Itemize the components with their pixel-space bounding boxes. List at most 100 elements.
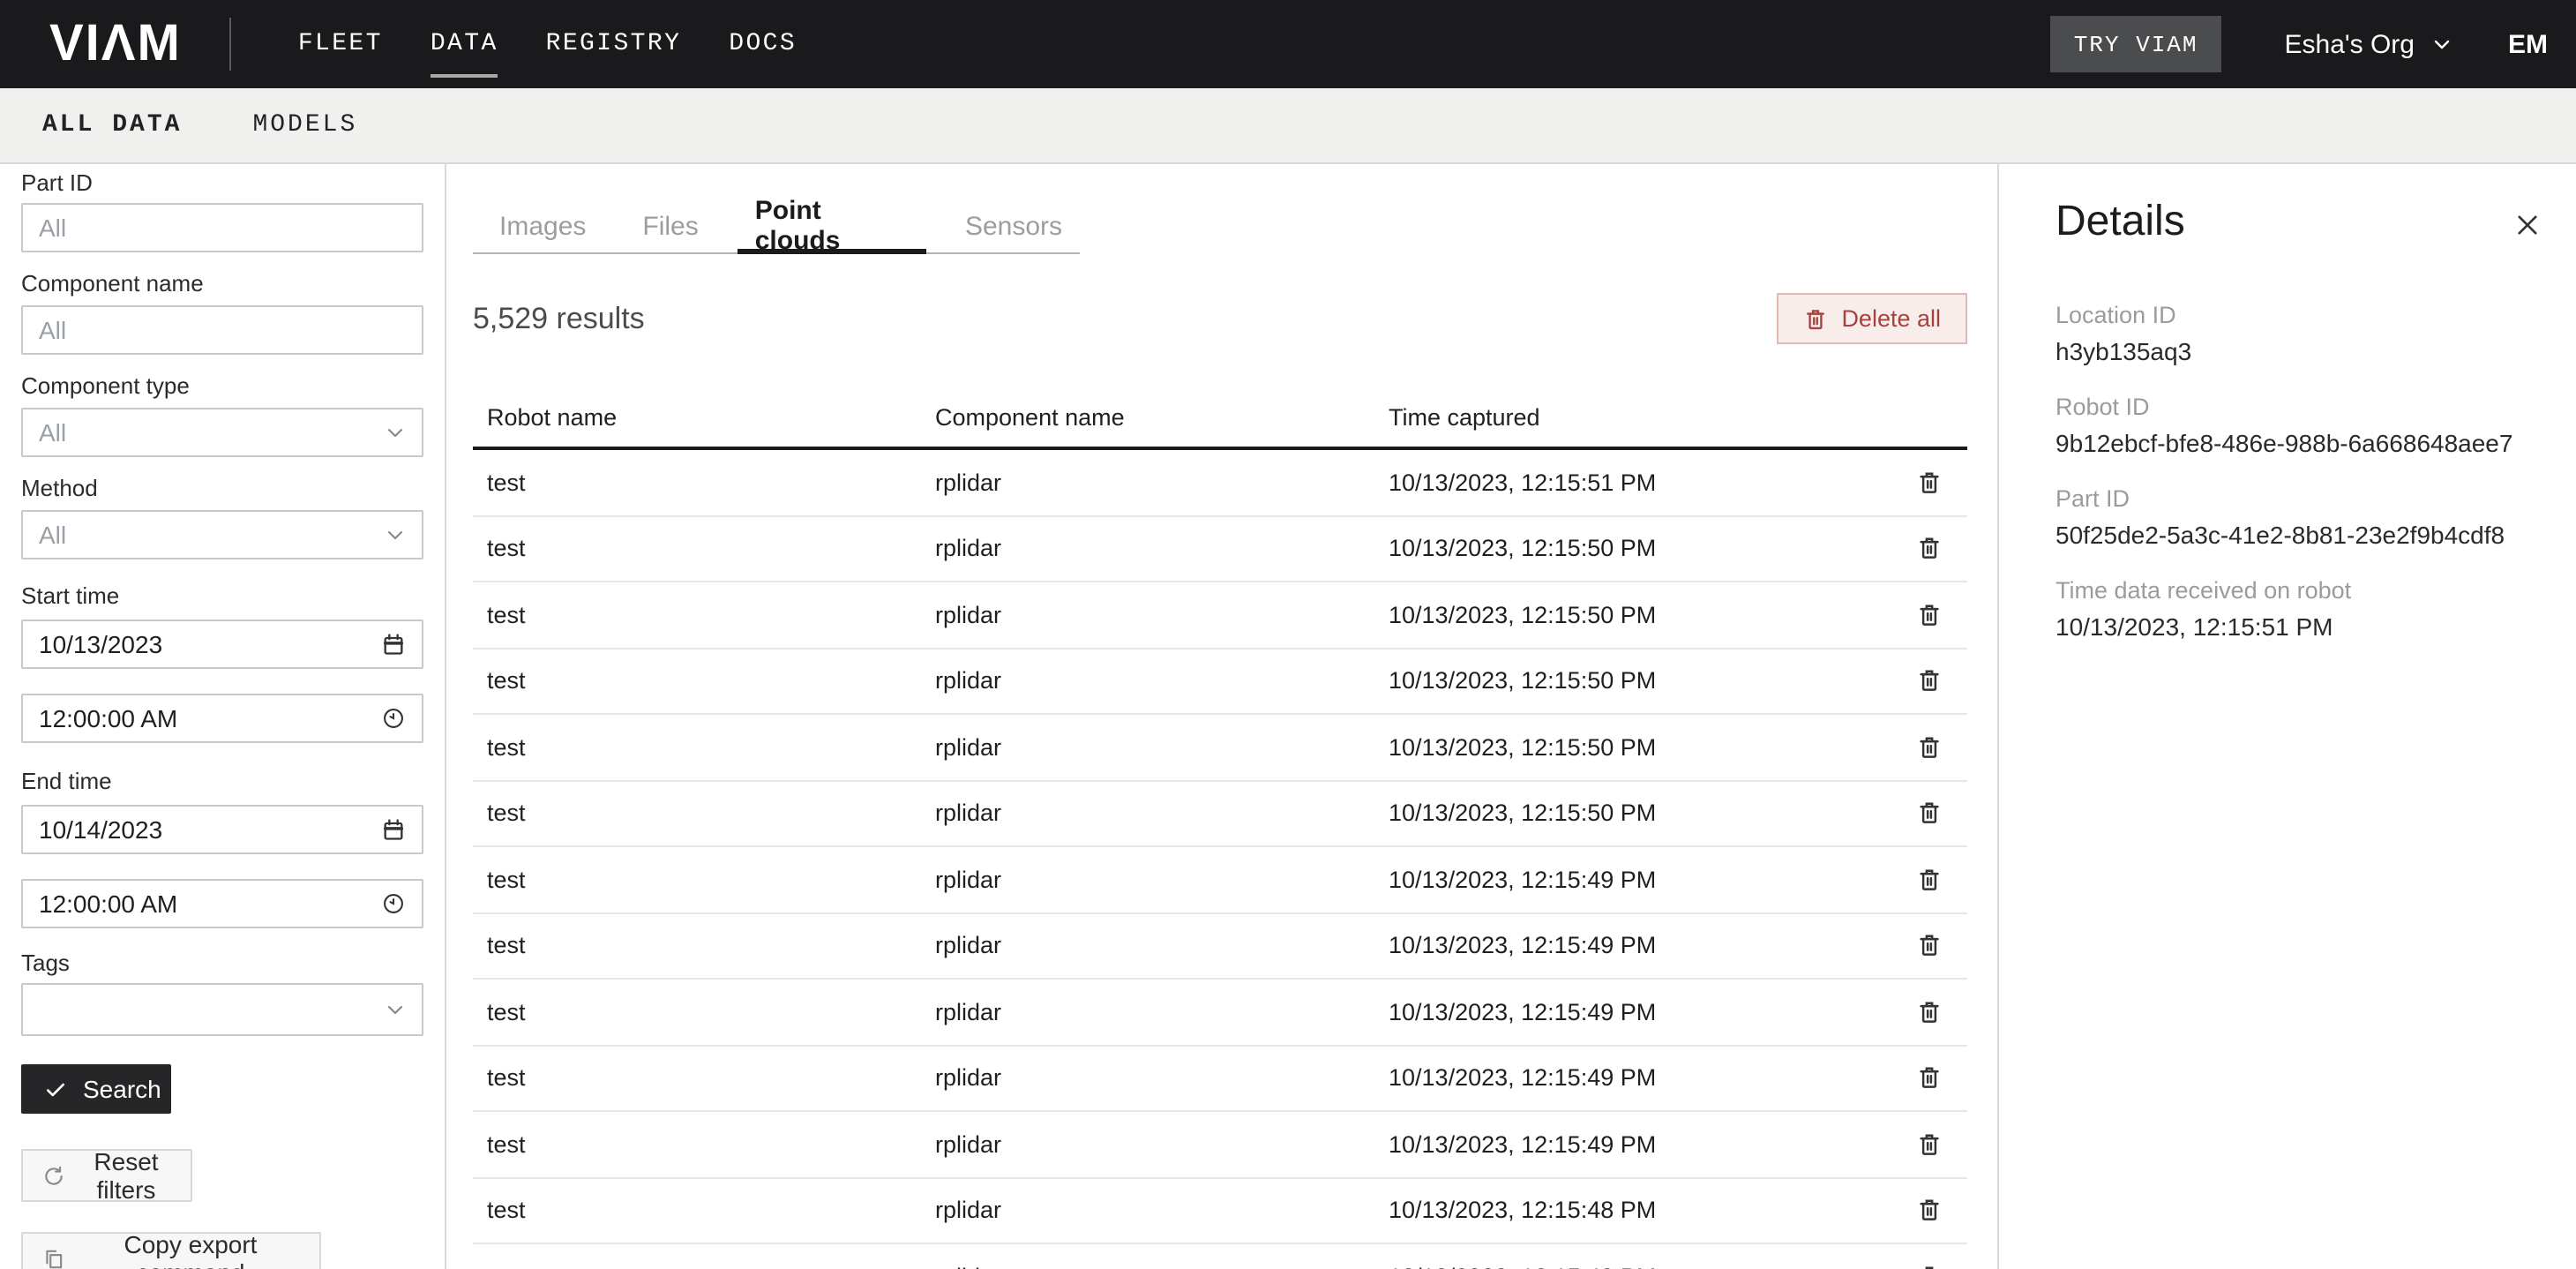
time-captured-cell: 10/13/2023, 12:15:50 PM xyxy=(1374,734,1890,761)
data-type-tab[interactable]: Images xyxy=(482,203,603,254)
search-button-label: Search xyxy=(83,1075,161,1103)
delete-row-button[interactable] xyxy=(1890,847,1967,912)
robot-name-cell: test xyxy=(473,1131,921,1158)
clock-icon[interactable] xyxy=(381,706,406,731)
time-captured-cell: 10/13/2023, 12:15:50 PM xyxy=(1374,602,1890,628)
subnav-tab[interactable]: MODELS xyxy=(252,111,357,139)
delete-all-button[interactable]: Delete all xyxy=(1776,293,1967,344)
table-row[interactable]: test rplidar 10/13/2023, 12:15:50 PM xyxy=(473,781,1967,847)
nav-item-label: DATA xyxy=(431,30,498,58)
nav-item[interactable]: FLEET xyxy=(298,0,383,88)
table-row[interactable]: test rplidar 10/13/2023, 12:15:50 PM xyxy=(473,715,1967,781)
copy-icon xyxy=(42,1247,65,1269)
user-avatar[interactable]: EM xyxy=(2508,29,2548,59)
close-details-button[interactable] xyxy=(2511,212,2542,244)
end-time-value: 12:00:00 AM xyxy=(39,890,177,918)
copy-export-command-button[interactable]: Copy export command xyxy=(21,1232,321,1269)
delete-row-button[interactable] xyxy=(1890,1244,1967,1269)
trash-icon xyxy=(1915,602,1942,628)
table-row[interactable]: test rplidar 10/13/2023, 12:15:50 PM xyxy=(473,582,1967,649)
component-name-cell: rplidar xyxy=(921,800,1374,827)
delete-row-button[interactable] xyxy=(1890,450,1967,514)
details-field: Robot ID 9b12ebcf-bfe8-486e-988b-6a66864… xyxy=(2056,392,2576,459)
start-date-input[interactable]: 10/13/2023 xyxy=(21,619,423,669)
results-row: 5,529 results Delete all xyxy=(473,293,1967,344)
check-icon xyxy=(44,1078,67,1100)
component-type-label: Component type xyxy=(21,372,423,399)
calendar-icon[interactable] xyxy=(381,632,406,657)
data-type-tab-label: Images xyxy=(499,211,586,241)
delete-row-button[interactable] xyxy=(1890,1046,1967,1110)
time-captured-cell: 10/13/2023, 12:15:50 PM xyxy=(1374,800,1890,827)
details-field: Location ID h3yb135aq3 xyxy=(2056,300,2576,367)
table-row[interactable]: test rplidar 10/13/2023, 12:15:48 PM xyxy=(473,1244,1967,1269)
details-fields: Location ID h3yb135aq3 Robot ID 9b12ebcf… xyxy=(2056,300,2576,642)
part-id-input[interactable] xyxy=(21,203,423,252)
table-row[interactable]: test rplidar 10/13/2023, 12:15:49 PM xyxy=(473,913,1967,980)
start-time-input[interactable]: 12:00:00 AM xyxy=(21,694,423,743)
primary-nav: FLEET DATA REGISTRY DOCS xyxy=(298,0,797,88)
robot-name-cell: test xyxy=(473,867,921,893)
nav-item[interactable]: REGISTRY xyxy=(546,0,682,88)
robot-name-cell: test xyxy=(473,999,921,1025)
trash-icon xyxy=(1915,536,1942,562)
robot-name-cell: test xyxy=(473,1065,921,1092)
end-date-value: 10/14/2023 xyxy=(39,815,162,844)
data-type-tab[interactable]: Files xyxy=(625,203,715,254)
details-title: Details xyxy=(2056,196,2576,249)
delete-row-button[interactable] xyxy=(1890,1112,1967,1176)
search-button[interactable]: Search xyxy=(21,1064,171,1114)
trash-icon xyxy=(1915,734,1942,761)
delete-row-button[interactable] xyxy=(1890,980,1967,1044)
org-selector[interactable]: Esha's Org xyxy=(2285,29,2452,59)
component-name-cell: rplidar xyxy=(921,734,1374,761)
calendar-icon[interactable] xyxy=(381,817,406,842)
nav-item[interactable]: DOCS xyxy=(729,0,797,88)
top-nav: VIΛM FLEET DATA REGISTRY DOCS TRY VIAM E… xyxy=(0,0,2576,88)
close-icon xyxy=(2512,210,2542,245)
delete-row-button[interactable] xyxy=(1890,649,1967,713)
table-row[interactable]: test rplidar 10/13/2023, 12:15:50 PM xyxy=(473,516,1967,582)
viam-logo[interactable]: VIΛM xyxy=(49,0,182,88)
delete-row-button[interactable] xyxy=(1890,715,1967,779)
point-clouds-table: Robot name Component name Time captured … xyxy=(473,404,1967,1269)
end-date-input[interactable]: 10/14/2023 xyxy=(21,805,423,854)
data-type-tab[interactable]: Point clouds xyxy=(738,203,926,254)
tags-select[interactable] xyxy=(21,983,423,1036)
component-name-cell: rplidar xyxy=(921,1198,1374,1224)
robot-name-cell: test xyxy=(473,933,921,959)
nav-item[interactable]: DATA xyxy=(431,0,498,88)
time-captured-cell: 10/13/2023, 12:15:49 PM xyxy=(1374,1131,1890,1158)
data-type-tab[interactable]: Sensors xyxy=(947,203,1080,254)
table-row[interactable]: test rplidar 10/13/2023, 12:15:51 PM xyxy=(473,450,1967,516)
clock-icon[interactable] xyxy=(381,891,406,916)
table-row[interactable]: test rplidar 10/13/2023, 12:15:49 PM xyxy=(473,1112,1967,1178)
table-row[interactable]: test rplidar 10/13/2023, 12:15:49 PM xyxy=(473,1046,1967,1112)
topnav-right: TRY VIAM Esha's Org EM xyxy=(2051,16,2548,72)
table-row[interactable]: test rplidar 10/13/2023, 12:15:49 PM xyxy=(473,847,1967,913)
trash-icon xyxy=(1915,999,1942,1025)
delete-row-button[interactable] xyxy=(1890,913,1967,978)
delete-row-button[interactable] xyxy=(1890,1178,1967,1243)
delete-row-button[interactable] xyxy=(1890,516,1967,581)
method-value: All xyxy=(39,521,66,549)
details-field: Time data received on robot 10/13/2023, … xyxy=(2056,575,2576,642)
reset-filters-button[interactable]: Reset filters xyxy=(21,1149,192,1202)
table-row[interactable]: test rplidar 10/13/2023, 12:15:50 PM xyxy=(473,649,1967,715)
filter-method: Method xyxy=(21,475,423,501)
component-type-select[interactable]: All xyxy=(21,408,423,457)
try-viam-button[interactable]: TRY VIAM xyxy=(2051,16,2221,72)
delete-row-button[interactable] xyxy=(1890,582,1967,647)
method-select[interactable]: All xyxy=(21,510,423,559)
delete-row-button[interactable] xyxy=(1890,781,1967,845)
table-row[interactable]: test rplidar 10/13/2023, 12:15:49 PM xyxy=(473,980,1967,1046)
end-time-input[interactable]: 12:00:00 AM xyxy=(21,879,423,928)
table-row[interactable]: test rplidar 10/13/2023, 12:15:48 PM xyxy=(473,1178,1967,1244)
col-actions xyxy=(1890,404,1967,431)
filter-component-type: Component type xyxy=(21,372,423,399)
subnav-tab-label: MODELS xyxy=(252,111,357,139)
col-component-name: Component name xyxy=(921,404,1374,431)
component-name-input[interactable] xyxy=(21,305,423,355)
subnav-tab[interactable]: ALL DATA xyxy=(42,111,182,139)
viam-data-page: VIΛM FLEET DATA REGISTRY DOCS TRY VIAM E… xyxy=(0,0,2576,1269)
